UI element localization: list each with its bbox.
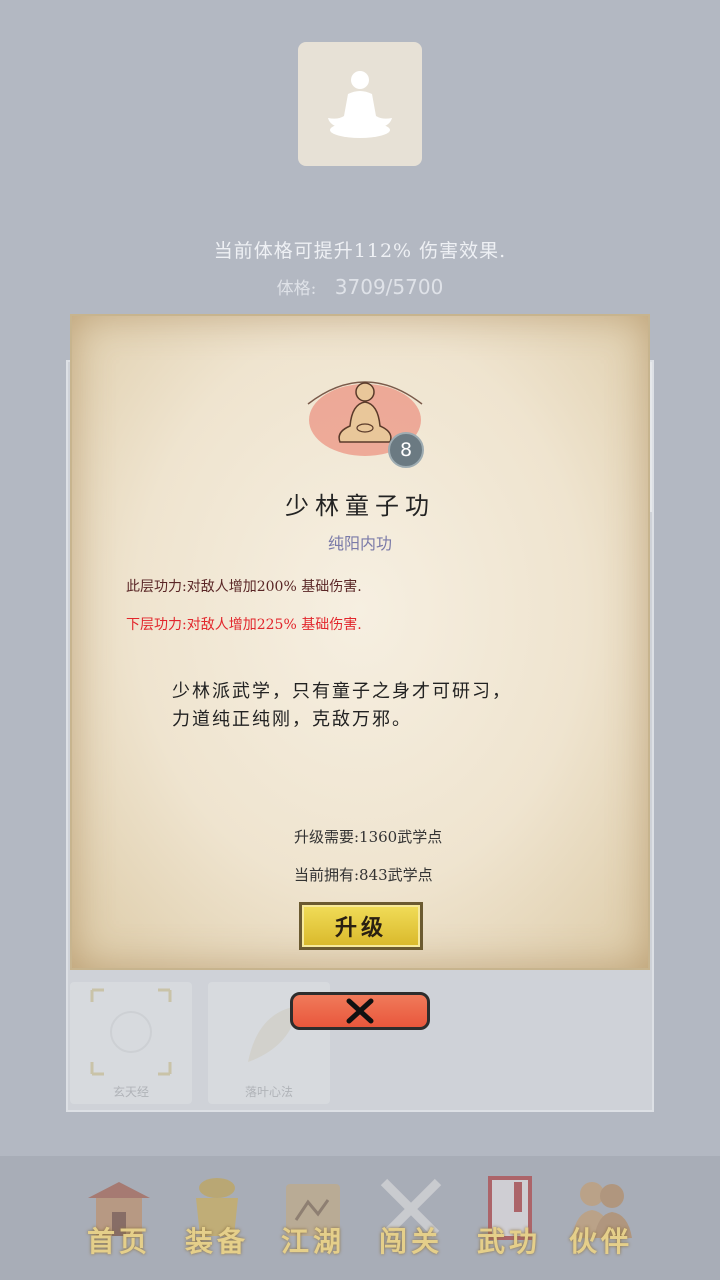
description-line: 力道纯正纯刚，克敌万邪。 [172,709,412,730]
skill-name: 少林童子功 [285,492,435,520]
nav-challenge[interactable]: 闯关 [366,1174,456,1266]
skill-description: 少林派武学，只有童子之身才可研习， 力道纯正纯刚，克敌万邪。 [172,678,572,734]
nav-label: 伙伴 [568,1225,633,1258]
upgrade-button[interactable]: 升级 [299,902,423,950]
skill-card-icon [90,988,172,1076]
skill-type: 纯阳内功 [327,534,392,553]
skill-detail-dialog: 8 少林童子功 纯阳内功 此层功力:对敌人增加200% 基础伤害. 下层功力:对… [70,314,650,970]
physique-stat: 体格: 3709/5700 [0,274,720,299]
nav-partners[interactable]: 伙伴 [556,1174,646,1266]
description-line: 少林派武学，只有童子之身才可研习， [172,681,512,702]
nav-label: 武功 [476,1225,541,1258]
nav-martial-arts[interactable]: 武功 [464,1174,554,1266]
upgrade-points-owned: 当前拥有:843武学点 [294,866,433,884]
physique-label: 体格: [276,279,317,299]
current-effect: 此层功力:对敌人增加200% 基础伤害. [126,579,362,595]
close-button[interactable] [290,992,430,1030]
skill-card[interactable]: 玄天经 [70,982,192,1104]
skill-level-badge: 8 [388,432,424,468]
nav-jianghu[interactable]: 江湖 [268,1174,358,1266]
nav-label: 闯关 [378,1225,443,1258]
upgrade-cost-required: 升级需要:1360武学点 [294,828,443,846]
nav-label: 装备 [184,1225,249,1258]
physique-bonus-text: 当前体格可提升112% 伤害效果. [213,240,507,262]
skill-card-caption: 落叶心法 [244,1085,293,1099]
nav-equipment[interactable]: 装备 [172,1174,262,1266]
physique-value: 3709/5700 [334,275,444,299]
nav-label: 首页 [86,1225,151,1258]
skill-card-caption: 玄天经 [112,1085,149,1099]
meditation-icon [328,71,392,138]
nav-label: 江湖 [280,1225,345,1258]
next-effect: 下层功力:对敌人增加225% 基础伤害. [126,617,362,633]
close-icon [346,998,374,1024]
nav-home[interactable]: 首页 [74,1174,164,1266]
meditation-avatar [298,42,422,166]
bottom-nav: 首页 装备 江湖 闯关 武功 伙伴 [0,1156,720,1280]
